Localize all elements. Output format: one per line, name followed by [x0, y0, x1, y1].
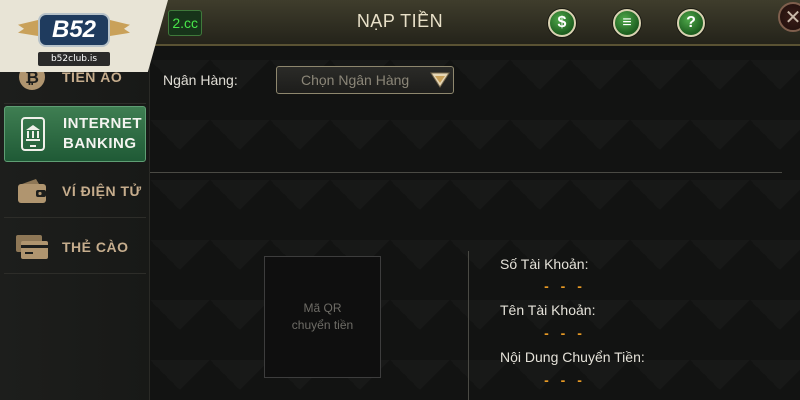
sidebar-item-label: THẺ CÀO — [62, 238, 129, 255]
divider-vertical — [468, 251, 469, 400]
sidebar-item-label: INTERNET BANKING — [63, 115, 142, 152]
transfer-content-label: Nội Dung Chuyển Tiền: — [500, 349, 645, 365]
account-name-label: Tên Tài Khoản: — [500, 302, 596, 318]
account-number-label: Số Tài Khoản: — [500, 256, 589, 272]
logo-wing-left — [18, 20, 38, 36]
sidebar: ₿ TIỀN ẢO INTERNET BANKING VÍ ĐIỆN TỬ TH… — [0, 46, 150, 400]
sidebar-item-label: VÍ ĐIỆN TỬ — [62, 182, 142, 199]
list-icon[interactable]: ≡ — [613, 9, 641, 37]
sidebar-item-internet-banking[interactable]: INTERNET BANKING — [4, 106, 146, 162]
coin-icon[interactable]: $ — [548, 9, 576, 37]
bank-select-placeholder: Chọn Ngân Hàng — [301, 72, 410, 88]
deposit-panel: 2.cc NẠP TIỀN $ ≡ ? ✕ ₿ TIỀN ẢO INTERNET… — [0, 0, 800, 400]
qr-text-line-1: Mã QR — [303, 301, 342, 315]
account-number-value: - - - — [544, 278, 586, 294]
help-icon[interactable]: ? — [677, 9, 705, 37]
url-badge: 2.cc — [168, 10, 202, 36]
sidebar-item-the-cao[interactable]: THẺ CÀO — [4, 220, 146, 274]
card-icon — [14, 231, 50, 263]
logo-mark: B52 — [38, 13, 110, 47]
divider — [150, 172, 782, 173]
qr-placeholder: Mã QR chuyển tiền — [264, 256, 381, 378]
logo-wing-right — [110, 20, 130, 36]
transfer-content-value: - - - — [544, 372, 586, 388]
page-title: NẠP TIỀN — [356, 11, 444, 31]
close-icon[interactable]: ✕ — [778, 2, 800, 32]
bank-select[interactable]: Chọn Ngân Hàng — [276, 66, 454, 94]
bank-phone-icon — [15, 117, 51, 151]
sidebar-item-vi-dien-tu[interactable]: VÍ ĐIỆN TỬ — [4, 164, 146, 218]
account-name-value: - - - — [544, 325, 586, 341]
wallet-icon — [14, 175, 50, 207]
qr-text-line-2: chuyển tiền — [291, 318, 354, 332]
chevron-down-icon — [429, 69, 451, 91]
bank-label: Ngân Hàng: — [163, 72, 238, 88]
logo-site: b52club.is — [38, 52, 110, 66]
logo: B52 b52club.is — [0, 0, 168, 72]
